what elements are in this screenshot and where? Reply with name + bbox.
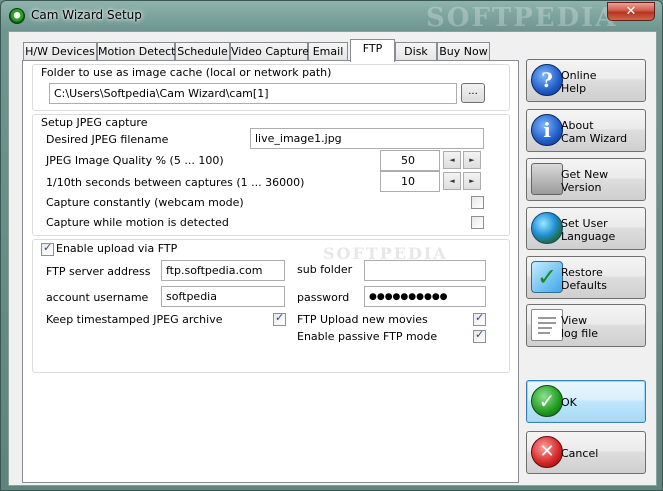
help-icon: ?: [531, 64, 563, 96]
upload-movies-checkbox[interactable]: [473, 311, 486, 326]
quality-decrease-button[interactable]: ◄: [443, 151, 461, 169]
ok-icon: ✓: [531, 385, 563, 417]
online-help-button[interactable]: ? Online Help: [526, 59, 646, 102]
jpeg-filename-label: Desired JPEG filename: [46, 133, 169, 146]
cancel-icon: ✕: [531, 436, 563, 468]
ok-button[interactable]: ✓ OK: [526, 380, 646, 423]
quality-increase-button[interactable]: ►: [463, 151, 481, 169]
browse-button[interactable]: ...: [461, 83, 485, 103]
upload-movies-label: FTP Upload new movies: [297, 313, 428, 326]
tab-video-capture[interactable]: Video Capture: [230, 42, 309, 61]
jpeg-capture-group: Setup JPEG capture Desired JPEG filename…: [32, 114, 510, 236]
account-username-input[interactable]: softpedia: [161, 286, 285, 307]
image-cache-group: Folder to use as image cache (local or n…: [32, 64, 510, 111]
checkmark-icon: ✓: [531, 261, 563, 293]
password-label: password: [297, 291, 350, 304]
get-new-version-label: Get New Version: [561, 168, 609, 194]
info-icon: i: [531, 114, 563, 146]
get-new-version-button[interactable]: Get New Version: [526, 158, 646, 201]
capture-constantly-checkbox[interactable]: [471, 196, 484, 209]
log-file-glyph: [538, 317, 556, 334]
title-bar[interactable]: Cam Wizard Setup SOFTPEDIA ✕: [1, 1, 662, 33]
passive-ftp-checkbox[interactable]: [473, 328, 486, 343]
set-user-language-label: Set User Language: [561, 217, 616, 243]
log-file-icon: [531, 309, 563, 341]
restore-defaults-label: Restore Defaults: [561, 266, 607, 292]
tab-motion-detect[interactable]: Motion Detect: [97, 42, 175, 61]
view-log-file-button[interactable]: View log file: [526, 304, 646, 347]
about-label: About Cam Wizard: [561, 119, 628, 145]
capture-motion-checkbox[interactable]: [471, 216, 484, 229]
ftp-tab-panel: Folder to use as image cache (local or n…: [22, 60, 519, 483]
cache-path-input[interactable]: C:\Users\Softpedia\Cam Wizard\cam[1]: [49, 83, 457, 104]
ok-label: OK: [561, 396, 577, 409]
cache-folder-label: Folder to use as image cache (local or n…: [41, 66, 332, 79]
set-user-language-button[interactable]: Set User Language: [526, 207, 646, 250]
keep-archive-checkbox[interactable]: [273, 311, 286, 326]
tab-buy-now[interactable]: Buy Now: [437, 42, 490, 61]
cancel-label: Cancel: [561, 447, 599, 460]
keep-archive-label: Keep timestamped JPEG archive: [46, 313, 223, 326]
tab-hw-devices[interactable]: H/W Devices: [23, 42, 97, 61]
dialog-client-area: H/W Devices Motion Detect Schedule Video…: [8, 31, 657, 486]
ftp-server-label: FTP server address: [46, 265, 151, 278]
cam-wizard-setup-window: Cam Wizard Setup SOFTPEDIA ✕ H/W Devices…: [0, 0, 663, 491]
window-title: Cam Wizard Setup: [31, 8, 142, 22]
jpeg-filename-input[interactable]: live_image1.jpg: [250, 128, 484, 149]
sub-folder-label: sub folder: [297, 263, 353, 276]
update-icon: [531, 163, 563, 195]
online-help-label: Online Help: [561, 69, 597, 95]
restore-defaults-button[interactable]: ✓ Restore Defaults: [526, 256, 646, 299]
account-username-label: account username: [46, 291, 149, 304]
tab-schedule[interactable]: Schedule: [175, 42, 230, 61]
jpeg-quality-label: JPEG Image Quality % (5 ... 100): [46, 154, 224, 167]
password-input[interactable]: ●●●●●●●●●●: [364, 286, 486, 307]
tab-disk[interactable]: Disk: [395, 42, 437, 61]
capture-constantly-label: Capture constantly (webcam mode): [46, 196, 244, 209]
watermark: SOFTPEDIA: [426, 3, 618, 33]
ftp-upload-group: Enable upload via FTP FTP server address…: [32, 239, 510, 373]
cancel-button[interactable]: ✕ Cancel: [526, 431, 646, 474]
interval-decrease-button[interactable]: ◄: [443, 172, 461, 190]
about-button[interactable]: i About Cam Wizard: [526, 109, 646, 152]
jpeg-quality-input[interactable]: 50: [380, 150, 440, 171]
tab-ftp[interactable]: FTP: [350, 39, 395, 62]
enable-ftp-checkbox[interactable]: [41, 241, 54, 256]
jpeg-section-label: Setup JPEG capture: [41, 116, 148, 129]
interval-increase-button[interactable]: ►: [463, 172, 481, 190]
app-camera-icon: [9, 8, 25, 24]
globe-icon: [531, 212, 563, 244]
close-button[interactable]: ✕: [607, 2, 655, 21]
capture-interval-input[interactable]: 10: [380, 171, 440, 192]
enable-ftp-label: Enable upload via FTP: [56, 242, 178, 255]
capture-interval-label: 1/10th seconds between captures (1 ... 3…: [46, 176, 305, 189]
sub-folder-input[interactable]: [364, 260, 486, 281]
capture-motion-label: Capture while motion is detected: [46, 216, 229, 229]
ftp-server-input[interactable]: ftp.softpedia.com: [161, 260, 285, 281]
passive-ftp-label: Enable passive FTP mode: [297, 330, 438, 343]
view-log-file-label: View log file: [561, 314, 599, 340]
tab-email[interactable]: Email: [308, 42, 348, 61]
